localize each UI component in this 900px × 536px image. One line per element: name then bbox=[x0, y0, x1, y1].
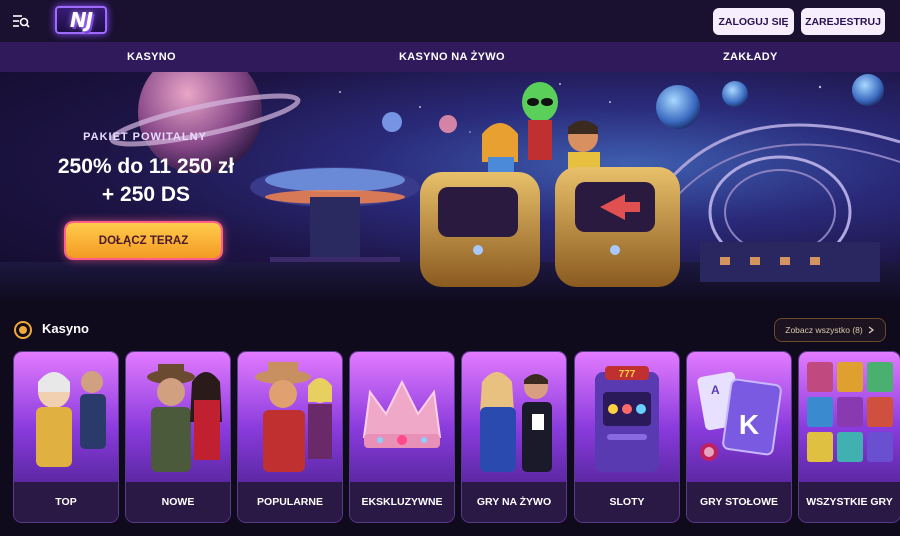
category-card-new[interactable]: NOWE bbox=[126, 352, 230, 522]
category-card-live-games[interactable]: GRY NA ŻYWO bbox=[462, 352, 566, 522]
logo-text: NJ bbox=[69, 8, 93, 32]
category-card-slots[interactable]: 777 SLOTY bbox=[575, 352, 679, 522]
svg-text:K: K bbox=[739, 409, 759, 440]
category-card-popular[interactable]: POPULARNE bbox=[238, 352, 342, 522]
join-now-button[interactable]: DOŁĄCZ TERAZ bbox=[66, 223, 221, 258]
top-header: NJ ZALOGUJ SIĘ ZAREJESTRUJ bbox=[0, 0, 900, 42]
section-title: Kasyno bbox=[42, 321, 89, 336]
hero-title-line1: 250% do 11 250 zł bbox=[57, 155, 235, 178]
logo[interactable]: NJ bbox=[55, 6, 107, 34]
menu-search-icon[interactable] bbox=[12, 13, 30, 29]
card-art-new bbox=[147, 364, 222, 472]
register-button[interactable]: ZAREJESTRUJ bbox=[801, 8, 885, 35]
hero-subtitle: PAKIET POWITALNY bbox=[83, 131, 207, 143]
card-label: SLOTY bbox=[575, 482, 679, 522]
svg-text:A: A bbox=[711, 383, 720, 397]
casino-chip-icon bbox=[14, 321, 32, 339]
category-card-top[interactable]: TOP bbox=[14, 352, 118, 522]
see-all-label: Zobacz wszystko (8) bbox=[785, 325, 863, 335]
category-card-table-games[interactable]: A K GRY STOŁOWE bbox=[687, 352, 791, 522]
card-label: TOP bbox=[14, 482, 118, 522]
category-card-all-games[interactable]: WSZYSTKIE GRY bbox=[799, 352, 900, 522]
card-art-all bbox=[807, 362, 893, 462]
card-label: GRY STOŁOWE bbox=[687, 482, 791, 522]
card-art-top bbox=[36, 371, 106, 467]
card-art-slots: 777 bbox=[595, 366, 659, 472]
category-card-exclusive[interactable]: EKSKLUZYWNE bbox=[350, 352, 454, 522]
chevron-right-icon bbox=[868, 326, 874, 334]
hero-title: 250% do 11 250 zł + 250 DS bbox=[30, 153, 262, 209]
nav-item-kasyno-na-zywo[interactable]: KASYNO NA ŻYWO bbox=[399, 42, 505, 72]
hero-banner: PAKIET POWITALNY 250% do 11 250 zł + 250… bbox=[0, 72, 900, 304]
card-label: EKSKLUZYWNE bbox=[350, 482, 454, 522]
card-art-popular bbox=[255, 362, 332, 472]
card-art-table: A K bbox=[697, 371, 782, 461]
card-label: GRY NA ŻYWO bbox=[462, 482, 566, 522]
main-nav: KASYNO KASYNO NA ŻYWO ZAKŁADY bbox=[0, 42, 900, 72]
nav-item-zaklady[interactable]: ZAKŁADY bbox=[723, 42, 778, 72]
nav-item-kasyno[interactable]: KASYNO bbox=[127, 42, 176, 72]
card-label: POPULARNE bbox=[238, 482, 342, 522]
card-label: NOWE bbox=[126, 482, 230, 522]
card-label: WSZYSTKIE GRY bbox=[799, 482, 900, 522]
svg-text:777: 777 bbox=[619, 369, 636, 380]
hero-title-line2: + 250 DS bbox=[101, 183, 191, 206]
login-button[interactable]: ZALOGUJ SIĘ bbox=[713, 8, 794, 35]
see-all-button[interactable]: Zobacz wszystko (8) bbox=[774, 318, 886, 342]
card-art-live bbox=[480, 372, 552, 472]
card-art-exclusive bbox=[362, 379, 442, 448]
